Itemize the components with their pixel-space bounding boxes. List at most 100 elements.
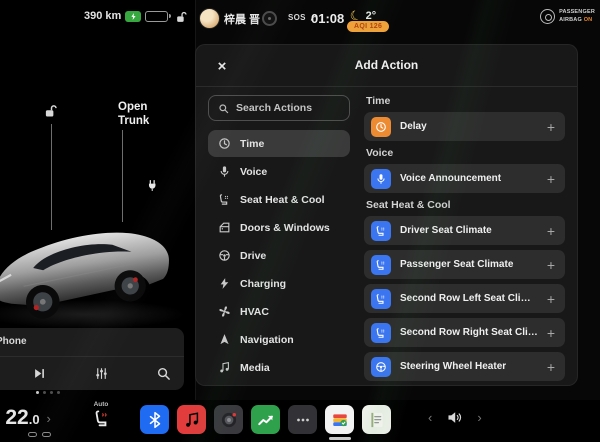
dock-app-dashcam[interactable]	[213, 405, 244, 441]
plus-icon[interactable]: +	[547, 291, 555, 307]
action-row-voice-announcement[interactable]: Voice Announcement +	[364, 164, 565, 193]
search-actions-input[interactable]	[236, 102, 340, 114]
media-search-button[interactable]	[150, 360, 176, 386]
clock-icon	[217, 137, 231, 151]
temp-up-icon[interactable]: ›	[47, 411, 51, 426]
plus-icon[interactable]: +	[547, 223, 555, 239]
next-track-button[interactable]	[26, 360, 52, 386]
action-label: Voice Announcement	[400, 173, 502, 184]
sidebar-item-label: Navigation	[240, 333, 294, 346]
music-note-icon	[217, 361, 231, 375]
bottom-dock: ‹ 22.0 › Auto ‹ ›	[0, 400, 600, 442]
seat-heater-button[interactable]: Auto	[86, 401, 116, 433]
lock-button[interactable]	[175, 11, 188, 24]
dock-app-music[interactable]	[176, 405, 207, 441]
action-row-second-row-right-seat-climate[interactable]: Second Row Right Seat Climate +	[364, 318, 565, 347]
seat-icon	[371, 220, 391, 241]
aqi-badge[interactable]: AQI 126	[347, 21, 390, 32]
dock-app-stocks[interactable]	[250, 405, 281, 441]
steering-wheel-icon	[371, 356, 391, 377]
door-icon	[217, 221, 231, 235]
plus-icon[interactable]: +	[547, 119, 555, 135]
clock-icon	[371, 116, 391, 137]
volume-up-icon[interactable]: ›	[477, 410, 481, 425]
search-actions-box[interactable]	[208, 95, 350, 121]
music-note-icon	[177, 405, 206, 434]
ellipsis-icon	[288, 405, 317, 434]
action-label: Passenger Seat Climate	[400, 259, 514, 270]
dock-app-wallet[interactable]	[324, 405, 355, 441]
equalizer-button[interactable]	[88, 360, 114, 386]
airbag-status: ON	[583, 16, 593, 23]
open-trunk-button[interactable]: Open Trunk	[118, 100, 174, 129]
sidebar-item-voice[interactable]: Voice	[208, 158, 350, 185]
driver-profile[interactable]: 梓晨 晋	[199, 8, 260, 29]
charge-plug-icon	[148, 180, 156, 191]
search-icon	[219, 103, 229, 113]
sidebar-item-navigation[interactable]: Navigation	[208, 326, 350, 353]
dock-apps	[139, 405, 392, 441]
volume-control[interactable]: ‹ ›	[428, 409, 482, 426]
door-lock-control[interactable]	[44, 104, 59, 124]
action-label: Delay	[400, 121, 427, 132]
sos-label: SOS	[288, 13, 306, 22]
mic-icon	[217, 165, 231, 179]
equalizer-icon	[95, 367, 107, 379]
sidebar-item-media[interactable]: Media	[208, 354, 350, 381]
charge-port-button[interactable]	[146, 179, 159, 197]
action-row-second-row-left-seat-climate[interactable]: Second Row Left Seat Climate +	[364, 284, 565, 313]
sidebar-item-time[interactable]: Time	[208, 130, 350, 157]
dock-app-more-apps[interactable]	[287, 405, 318, 441]
widget-page-dots[interactable]	[36, 391, 60, 394]
section-title-seat-heat-cool: Seat Heat & Cool	[366, 199, 451, 211]
sidebar-item-hvac[interactable]: HVAC	[208, 298, 350, 325]
plus-icon[interactable]: +	[547, 257, 555, 273]
sidebar-item-seat-heat-cool[interactable]: Seat Heat & Cool	[208, 186, 350, 213]
dock-app-notes[interactable]	[361, 405, 392, 441]
action-row-passenger-seat-climate[interactable]: Passenger Seat Climate +	[364, 250, 565, 279]
dialog-header: × Add Action	[196, 45, 577, 87]
search-icon	[157, 367, 170, 380]
sidebar-item-label: Time	[240, 137, 265, 150]
section-title-time: Time	[366, 95, 391, 107]
bolt-icon	[217, 277, 231, 291]
media-divider	[0, 356, 184, 357]
nav-arrow-icon	[217, 333, 231, 347]
airbag-indicator: PASSENGER AIRBAG ON	[540, 9, 595, 24]
action-label: Second Row Right Seat Climate	[400, 327, 538, 338]
sidebar-item-label: HVAC	[240, 305, 269, 318]
plus-icon[interactable]: +	[547, 359, 555, 375]
sentry-button[interactable]	[262, 11, 277, 26]
unlock-icon	[45, 105, 57, 117]
sidebar-item-doors-windows[interactable]: Doors & Windows	[208, 214, 350, 241]
tesla-touchscreen: 390 km 梓晨 晋 SOS 01:08 ☾ 2° AQI 126 PASSE…	[0, 0, 600, 442]
plus-icon[interactable]: +	[547, 325, 555, 341]
action-label: Second Row Left Seat Climate	[400, 293, 538, 304]
cabin-temperature[interactable]: 22	[5, 406, 28, 429]
fan-icon	[217, 305, 231, 319]
sentry-camera-icon	[262, 11, 277, 26]
cabin-temp-control[interactable]: ‹ 22.0 ›	[0, 406, 51, 430]
seat-icon	[371, 254, 391, 275]
bluetooth-icon	[140, 405, 169, 434]
media-widget[interactable]: Phone	[0, 328, 184, 390]
notes-icon	[362, 405, 391, 434]
sidebar-item-charging[interactable]: Charging	[208, 270, 350, 297]
mic-icon	[371, 168, 391, 189]
sidebar-item-drive[interactable]: Drive	[208, 242, 350, 269]
sidebar-item-label: Seat Heat & Cool	[240, 193, 325, 206]
action-row-driver-seat-climate[interactable]: Driver Seat Climate +	[364, 216, 565, 245]
dock-app-bluetooth[interactable]	[139, 405, 170, 441]
seat-icon	[371, 288, 391, 309]
next-track-icon	[34, 368, 44, 378]
sidebar-item-label: Charging	[240, 277, 287, 290]
action-row-steering-wheel-heater[interactable]: Steering Wheel Heater +	[364, 352, 565, 381]
volume-down-icon[interactable]: ‹	[428, 410, 432, 425]
speaker-icon	[448, 412, 462, 423]
charge-scheduled-icon	[125, 10, 142, 22]
add-action-dialog: × Add Action Time Voice Seat Heat & Cool Do…	[196, 45, 577, 385]
dialog-sidebar-list: Time Voice Seat Heat & Cool Doors & Windows…	[208, 130, 350, 381]
battery-icon	[145, 10, 172, 22]
plus-icon[interactable]: +	[547, 171, 555, 187]
action-row-delay[interactable]: Delay +	[364, 112, 565, 141]
